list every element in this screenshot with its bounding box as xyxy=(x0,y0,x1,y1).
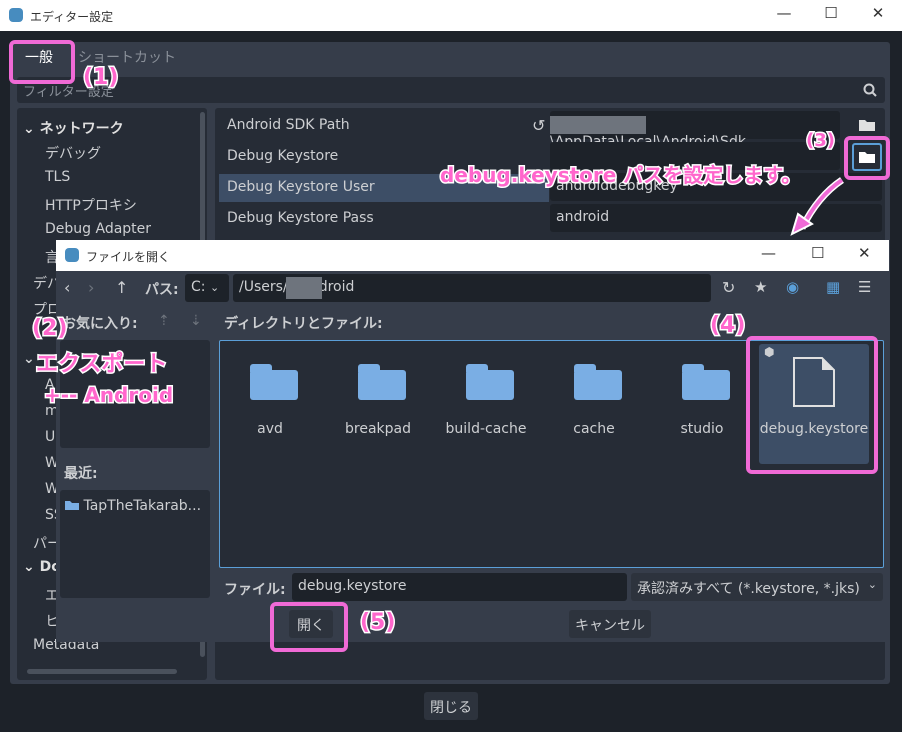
minimize-button[interactable]: — xyxy=(764,4,804,22)
setting-label-keystore-pass: Debug Keystore Pass xyxy=(227,210,374,226)
folder-icon xyxy=(682,364,730,400)
grid-view-icon[interactable]: ▦ xyxy=(826,278,840,296)
folder-name: build-cache xyxy=(445,421,527,437)
show-hidden-icon[interactable]: ◉ xyxy=(786,278,799,296)
dialog-titlebar: ファイルを開く — ☐ ✕ xyxy=(56,240,889,271)
folder-icon xyxy=(859,120,875,131)
folder-name: cache xyxy=(573,421,615,437)
close-settings-button[interactable]: 閉じる xyxy=(424,692,478,720)
redacted-username xyxy=(286,277,322,299)
recent-item[interactable]: TapTheTakarab... xyxy=(65,498,201,514)
tree-item-http-proxy[interactable]: HTTPプロキシ xyxy=(45,195,137,215)
annotation-label-3: (3) xyxy=(805,129,837,153)
file-name: debug.keystore xyxy=(759,421,869,437)
recent-list: TapTheTakarab... xyxy=(60,490,210,598)
chevron-down-icon: ⌄ xyxy=(867,578,877,591)
search-icon xyxy=(863,83,877,97)
redacted-block xyxy=(550,116,646,134)
drive-select[interactable]: C: ⌄ xyxy=(185,274,229,302)
revert-icon[interactable]: ↺ xyxy=(532,116,545,135)
back-icon[interactable]: ‹ xyxy=(64,278,70,297)
star-icon[interactable]: ★ xyxy=(754,278,767,296)
filter-settings-input[interactable]: フィルター設定 xyxy=(17,77,885,103)
dialog-minimize-button[interactable]: — xyxy=(761,244,776,262)
folder-name: studio xyxy=(680,421,724,437)
setting-label-debug-keystore: Debug Keystore xyxy=(227,148,339,164)
fav-down-icon[interactable]: ⇣ xyxy=(190,313,202,329)
tree-section-export[interactable]: ⌄ xyxy=(23,351,35,367)
resource-icon: ⬢ xyxy=(764,345,775,359)
dialog-title: ファイルを開く xyxy=(86,250,171,264)
annotation-label-4: (4) xyxy=(708,312,746,340)
annotation-android: +-- Android xyxy=(42,382,174,409)
files-label: ディレクトリとファイル: xyxy=(224,316,383,332)
tree-hscrollbar[interactable] xyxy=(27,669,177,674)
annotation-label-1: (1) xyxy=(81,64,119,92)
tree-item-tls[interactable]: TLS xyxy=(45,169,70,185)
dialog-close-button[interactable]: ✕ xyxy=(858,244,871,262)
file-debug-keystore[interactable]: ⬢ debug.keystore xyxy=(759,344,869,464)
folder-icon xyxy=(65,501,79,510)
folder-icon xyxy=(358,364,406,400)
fav-up-icon[interactable]: ⇡ xyxy=(158,313,170,329)
annotation-instruction: debug.keystore パスを設定します。 xyxy=(438,162,802,189)
folder-name: breakpad xyxy=(345,421,411,437)
window-titlebar: エディター設定 — ☐ ✕ xyxy=(0,0,902,31)
sdk-path-field[interactable]: \AppData\Local\Android\Sdk xyxy=(550,111,840,150)
file-name-input[interactable]: debug.keystore xyxy=(292,573,627,601)
open-button[interactable]: 開く xyxy=(289,610,333,638)
folder-icon xyxy=(466,364,514,400)
cancel-button[interactable]: キャンセル xyxy=(569,610,651,638)
maximize-button[interactable]: ☐ xyxy=(811,4,851,22)
setting-label-sdk-path: Android SDK Path xyxy=(227,117,350,133)
sdk-folder-button[interactable] xyxy=(852,111,882,139)
setting-label-keystore-user: Debug Keystore User xyxy=(227,179,375,195)
folder-name: avd xyxy=(257,421,283,437)
file-icon xyxy=(793,357,835,407)
file-filter-select[interactable]: 承認済みすべて (*.keystore, *.jks) ⌄ xyxy=(631,573,883,601)
dialog-maximize-button[interactable]: ☐ xyxy=(811,244,824,262)
file-label: ファイル: xyxy=(224,582,286,598)
godot-icon xyxy=(9,8,23,22)
refresh-icon[interactable]: ↻ xyxy=(722,278,735,297)
list-view-icon[interactable]: ☰ xyxy=(858,278,871,296)
path-label: パス: xyxy=(145,282,179,298)
annotation-label-2: (2) xyxy=(30,315,68,343)
forward-icon[interactable]: › xyxy=(88,278,94,297)
keystore-folder-button[interactable] xyxy=(852,143,882,171)
godot-icon xyxy=(65,248,79,262)
tree-item-debug-adapter[interactable]: Debug Adapter xyxy=(45,221,151,237)
recent-label: 最近: xyxy=(64,466,98,482)
close-window-button[interactable]: ✕ xyxy=(858,4,898,22)
annotation-export: エクスポート xyxy=(34,351,168,379)
up-icon[interactable]: ↑ xyxy=(115,278,128,297)
window-title: エディター設定 xyxy=(30,10,114,24)
tree-section-network[interactable]: ⌄ ネットワーク xyxy=(23,118,124,138)
folder-icon xyxy=(250,364,298,400)
folder-icon xyxy=(859,152,875,163)
annotation-label-5: (5) xyxy=(358,609,396,637)
annotation-box-1 xyxy=(9,40,75,84)
favorites-label: お気に入り: xyxy=(62,316,138,332)
tree-item-debug[interactable]: デバッグ xyxy=(45,143,101,163)
folder-icon xyxy=(574,364,622,400)
tree-item-sub-2[interactable]: U xyxy=(45,429,55,445)
annotation-arrow-icon xyxy=(790,177,845,236)
